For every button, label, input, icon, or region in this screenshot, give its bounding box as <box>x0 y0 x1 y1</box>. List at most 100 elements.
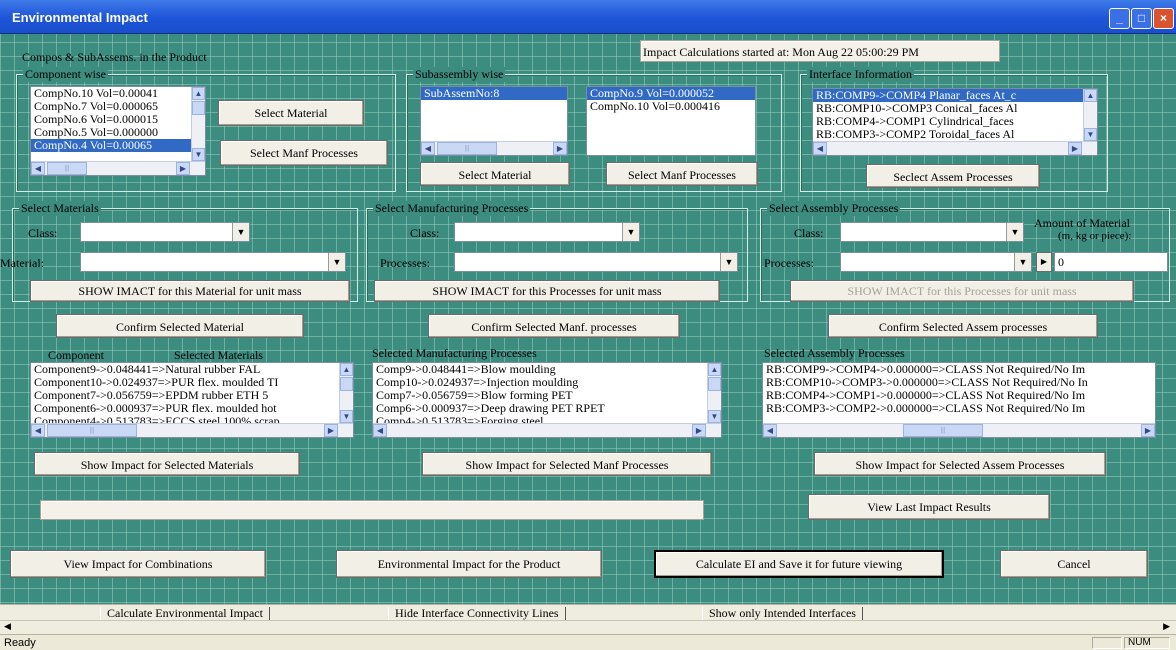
manf-processes-combo[interactable]: ▼ <box>454 252 738 272</box>
confirm-assem-button[interactable]: Confirm Selected Assem processes <box>828 314 1098 338</box>
subassembly-listbox[interactable]: SubAssemNo:8 ◀ ||| ▶ <box>420 86 568 156</box>
scroll-thumb[interactable] <box>340 377 353 391</box>
vertical-scrollbar[interactable]: ▲ ▼ <box>707 363 721 423</box>
scroll-left-icon[interactable]: ◀ <box>31 162 45 175</box>
chevron-down-icon[interactable]: ▼ <box>720 253 737 271</box>
selected-materials-listbox[interactable]: Component9->0.048441=>Natural rubber FAL… <box>30 362 354 438</box>
scroll-right-icon[interactable]: ▶ <box>1068 142 1082 155</box>
scroll-thumb[interactable] <box>192 101 205 115</box>
vertical-scrollbar[interactable]: ▲ ▼ <box>339 363 353 423</box>
list-item-selected[interactable]: CompNo.4 Vol=0.00065 <box>31 139 205 152</box>
assembly-class-combo[interactable]: ▼ <box>840 222 1024 242</box>
scroll-right-icon[interactable]: ▶ <box>1163 621 1170 632</box>
show-material-impact-button[interactable]: SHOW IMACT for this Material for unit ma… <box>30 280 350 302</box>
subassem-select-material-button[interactable]: Select Material <box>420 162 570 186</box>
scroll-right-icon[interactable]: ▶ <box>553 142 567 155</box>
calculate-env-impact-button[interactable]: Calculate Environmental Impact <box>100 607 270 621</box>
assembly-processes-combo[interactable]: ▼ <box>840 252 1032 272</box>
hide-connectivity-button[interactable]: Hide Interface Connectivity Lines <box>388 607 566 621</box>
scroll-right-icon[interactable]: ▶ <box>324 424 338 437</box>
scroll-up-icon[interactable]: ▲ <box>708 363 721 376</box>
interface-listbox[interactable]: RB:COMP9->COMP4 Planar_faces At_c RB:COM… <box>812 88 1098 156</box>
show-impact-assem-button[interactable]: Show Impact for Selected Assem Processes <box>814 452 1106 476</box>
background-toolbar: Calculate Environmental Impact Hide Inte… <box>0 604 1176 621</box>
horizontal-scrollbar[interactable]: ◀ ▶ <box>373 423 721 437</box>
calculate-save-button[interactable]: Calculate EI and Save it for future view… <box>654 550 944 578</box>
scroll-left-icon[interactable]: ◀ <box>763 424 777 437</box>
scroll-left-icon[interactable]: ◀ <box>421 142 435 155</box>
close-button[interactable]: × <box>1153 8 1174 29</box>
scroll-thumb[interactable] <box>708 377 721 391</box>
select-assembly-legend: Select Assembly Processes <box>767 201 901 216</box>
list-item[interactable]: CompNo.10 Vol=0.000416 <box>587 100 755 113</box>
materials-class-combo[interactable]: ▼ <box>80 222 250 242</box>
cancel-button[interactable]: Cancel <box>1000 550 1148 578</box>
view-last-results-button[interactable]: View Last Impact Results <box>808 494 1050 520</box>
show-assem-impact-button: SHOW IMACT for this Processes for unit m… <box>790 280 1134 302</box>
horizontal-scrollbar[interactable]: ◀ ||| ▶ <box>763 423 1155 437</box>
scroll-left-icon[interactable]: ◀ <box>813 142 827 155</box>
chevron-down-icon[interactable]: ▼ <box>328 253 345 271</box>
scroll-thumb[interactable]: ||| <box>47 162 87 175</box>
confirm-material-button[interactable]: Confirm Selected Material <box>56 314 304 338</box>
scroll-right-icon[interactable]: ▶ <box>176 162 190 175</box>
manf-class-label: Class: <box>410 226 440 240</box>
show-impact-manf-button[interactable]: Show Impact for Selected Manf Processes <box>422 452 712 476</box>
scroll-down-icon[interactable]: ▼ <box>340 410 353 423</box>
scroll-thumb[interactable]: ||| <box>903 424 983 437</box>
scroll-right-icon[interactable]: ▶ <box>692 424 706 437</box>
scroll-right-icon[interactable]: ▶ <box>1141 424 1155 437</box>
env-impact-product-button[interactable]: Environmental Impact for the Product <box>336 550 602 578</box>
col-component-label: Component <box>48 348 104 362</box>
confirm-manf-button[interactable]: Confirm Selected Manf. processes <box>428 314 680 338</box>
amount-input[interactable]: 0 <box>1054 252 1168 272</box>
scroll-left-icon[interactable]: ◀ <box>31 424 45 437</box>
amount-label-2: (m, kg or piece): <box>1058 230 1132 242</box>
horizontal-scrollbar[interactable]: ◀ ||| ▶ <box>31 423 353 437</box>
materials-class-label: Class: <box>28 226 58 240</box>
scroll-up-icon[interactable]: ▲ <box>1084 89 1097 102</box>
chevron-down-icon[interactable]: ▼ <box>232 223 249 241</box>
horizontal-scrollbar[interactable]: ◀ ||| ▶ <box>421 141 567 155</box>
subassem-select-manf-button[interactable]: Select Manf Processes <box>606 162 758 186</box>
maximize-button[interactable]: □ <box>1131 8 1152 29</box>
assembly-processes-label: Processes: <box>764 256 814 270</box>
list-item[interactable]: RB:COMP3->COMP2->0.000000=>CLASS Not Req… <box>763 402 1155 415</box>
show-intended-interfaces-button[interactable]: Show only Intended Interfaces <box>702 607 863 621</box>
chevron-down-icon[interactable]: ▼ <box>622 223 639 241</box>
scroll-thumb[interactable]: ||| <box>47 424 137 437</box>
status-ready: Ready <box>4 637 36 649</box>
vertical-scrollbar[interactable]: ▲ ▼ <box>191 87 205 161</box>
scroll-down-icon[interactable]: ▼ <box>1084 128 1097 141</box>
scroll-left-icon[interactable]: ◀ <box>373 424 387 437</box>
select-manf-processes-button[interactable]: Select Manf Processes <box>220 140 388 166</box>
view-combinations-button[interactable]: View Impact for Combinations <box>10 550 266 578</box>
show-impact-materials-button[interactable]: Show Impact for Selected Materials <box>34 452 300 476</box>
horizontal-scrollbar[interactable]: ◀ ||| ▶ <box>31 161 205 175</box>
list-item-selected[interactable]: SubAssemNo:8 <box>421 87 567 100</box>
horizontal-scrollbar[interactable]: ◀ ▶ <box>813 141 1097 155</box>
scroll-left-icon[interactable]: ◀ <box>4 621 11 632</box>
component-listbox[interactable]: CompNo.10 Vol=0.00041 CompNo.7 Vol=0.000… <box>30 86 206 176</box>
select-material-button[interactable]: Select Material <box>218 100 364 126</box>
show-processes-impact-button[interactable]: SHOW IMACT for this Processes for unit m… <box>374 280 720 302</box>
vertical-scrollbar[interactable]: ▲ ▼ <box>1083 89 1097 141</box>
selected-manf-listbox[interactable]: Comp9->0.048441=>Blow moulding Comp10->0… <box>372 362 722 438</box>
scroll-up-icon[interactable]: ▲ <box>192 87 205 100</box>
subassembly-components-listbox[interactable]: CompNo.9 Vol=0.000052 CompNo.10 Vol=0.00… <box>586 86 756 156</box>
chevron-down-icon[interactable]: ▼ <box>1006 223 1023 241</box>
scroll-down-icon[interactable]: ▼ <box>192 148 205 161</box>
chevron-down-icon[interactable]: ▼ <box>1014 253 1031 271</box>
selected-assem-listbox[interactable]: RB:COMP9->COMP4->0.000000=>CLASS Not Req… <box>762 362 1156 438</box>
scroll-down-icon[interactable]: ▼ <box>708 410 721 423</box>
select-assem-processes-button[interactable]: Seclect Assem Processes <box>866 164 1040 188</box>
scroll-thumb[interactable]: ||| <box>437 142 497 155</box>
list-item[interactable]: RB:COMP3->COMP2 Toroidal_faces Al <box>813 128 1097 141</box>
amount-spin-icon[interactable]: ▶ <box>1036 252 1052 272</box>
horizontal-scrollbar[interactable]: ◀ ▶ <box>0 620 1176 634</box>
manf-class-combo[interactable]: ▼ <box>454 222 640 242</box>
scroll-up-icon[interactable]: ▲ <box>340 363 353 376</box>
col-selected-materials-label: Selected Materials <box>174 348 263 362</box>
material-combo[interactable]: ▼ <box>80 252 346 272</box>
minimize-button[interactable]: _ <box>1109 8 1130 29</box>
